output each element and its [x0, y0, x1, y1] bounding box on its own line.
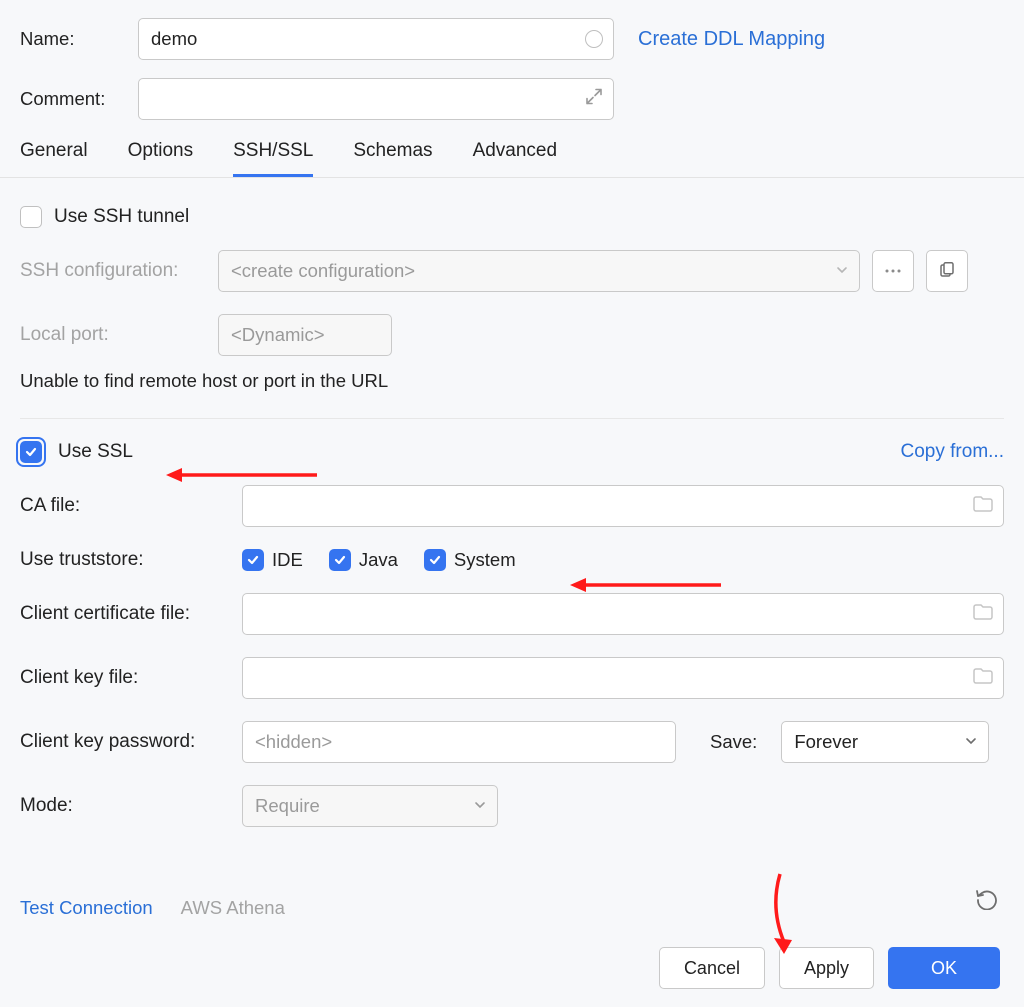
ok-button[interactable]: OK	[888, 947, 1000, 989]
chevron-down-icon	[835, 260, 849, 282]
truststore-ide-checkbox[interactable]	[242, 549, 264, 571]
client-key-label: Client key file:	[20, 667, 242, 689]
save-label: Save:	[710, 731, 757, 753]
ssh-config-more-button[interactable]	[872, 250, 914, 292]
local-port-placeholder: <Dynamic>	[231, 324, 325, 346]
client-cert-label: Client certificate file:	[20, 603, 242, 625]
client-key-input[interactable]	[242, 657, 1004, 699]
name-input[interactable]: demo	[138, 18, 614, 60]
client-key-pwd-label: Client key password:	[20, 731, 242, 753]
use-ssh-tunnel-checkbox[interactable]	[20, 206, 42, 228]
truststore-system-label: System	[454, 549, 516, 571]
tab-advanced[interactable]: Advanced	[473, 140, 558, 177]
chevron-down-icon	[964, 731, 978, 753]
folder-icon[interactable]	[973, 667, 993, 689]
name-value: demo	[151, 28, 197, 50]
cancel-button[interactable]: Cancel	[659, 947, 765, 989]
ssl-copy-from-link[interactable]: Copy from...	[901, 441, 1004, 463]
unsaved-indicator-icon	[585, 30, 603, 48]
chevron-down-icon	[473, 795, 487, 817]
folder-icon[interactable]	[973, 603, 993, 625]
truststore-java-checkbox[interactable]	[329, 549, 351, 571]
use-ssh-tunnel-label: Use SSH tunnel	[54, 206, 189, 228]
local-port-label: Local port:	[20, 324, 218, 346]
use-ssl-checkbox[interactable]	[20, 441, 42, 463]
name-label: Name:	[20, 28, 138, 50]
ca-file-label: CA file:	[20, 495, 242, 517]
create-ddl-mapping-link[interactable]: Create DDL Mapping	[638, 28, 825, 51]
client-key-pwd-input[interactable]: <hidden>	[242, 721, 676, 763]
truststore-system-checkbox[interactable]	[424, 549, 446, 571]
mode-value: Require	[255, 795, 320, 817]
tab-schemas[interactable]: Schemas	[353, 140, 432, 177]
use-ssl-label: Use SSL	[58, 441, 133, 463]
driver-name: AWS Athena	[181, 897, 285, 919]
save-value: Forever	[794, 731, 858, 753]
folder-icon[interactable]	[973, 495, 993, 517]
mode-select[interactable]: Require	[242, 785, 498, 827]
tab-general[interactable]: General	[20, 140, 88, 177]
tab-sshssl[interactable]: SSH/SSL	[233, 140, 313, 177]
truststore-java-label: Java	[359, 549, 398, 571]
mode-label: Mode:	[20, 795, 242, 817]
annotation-arrow-icon	[760, 868, 800, 958]
ssh-config-label: SSH configuration:	[20, 260, 218, 282]
local-port-input[interactable]: <Dynamic>	[218, 314, 392, 356]
save-select[interactable]: Forever	[781, 721, 989, 763]
ssh-config-select[interactable]: <create configuration>	[218, 250, 860, 292]
comment-label: Comment:	[20, 88, 138, 110]
truststore-label: Use truststore:	[20, 549, 242, 571]
truststore-ide-label: IDE	[272, 549, 303, 571]
test-connection-link[interactable]: Test Connection	[20, 897, 153, 919]
tab-options[interactable]: Options	[128, 140, 193, 177]
ssh-config-copy-button[interactable]	[926, 250, 968, 292]
ca-file-input[interactable]	[242, 485, 1004, 527]
expand-icon[interactable]	[585, 88, 603, 111]
ssh-config-placeholder: <create configuration>	[231, 260, 415, 282]
tabs: General Options SSH/SSL Schemas Advanced	[0, 126, 1024, 178]
comment-input[interactable]	[138, 78, 614, 120]
apply-button[interactable]: Apply	[779, 947, 874, 989]
client-key-pwd-placeholder: <hidden>	[255, 731, 332, 753]
ssh-error-text: Unable to find remote host or port in th…	[20, 370, 1004, 392]
revert-button[interactable]	[974, 888, 1000, 915]
client-cert-input[interactable]	[242, 593, 1004, 635]
